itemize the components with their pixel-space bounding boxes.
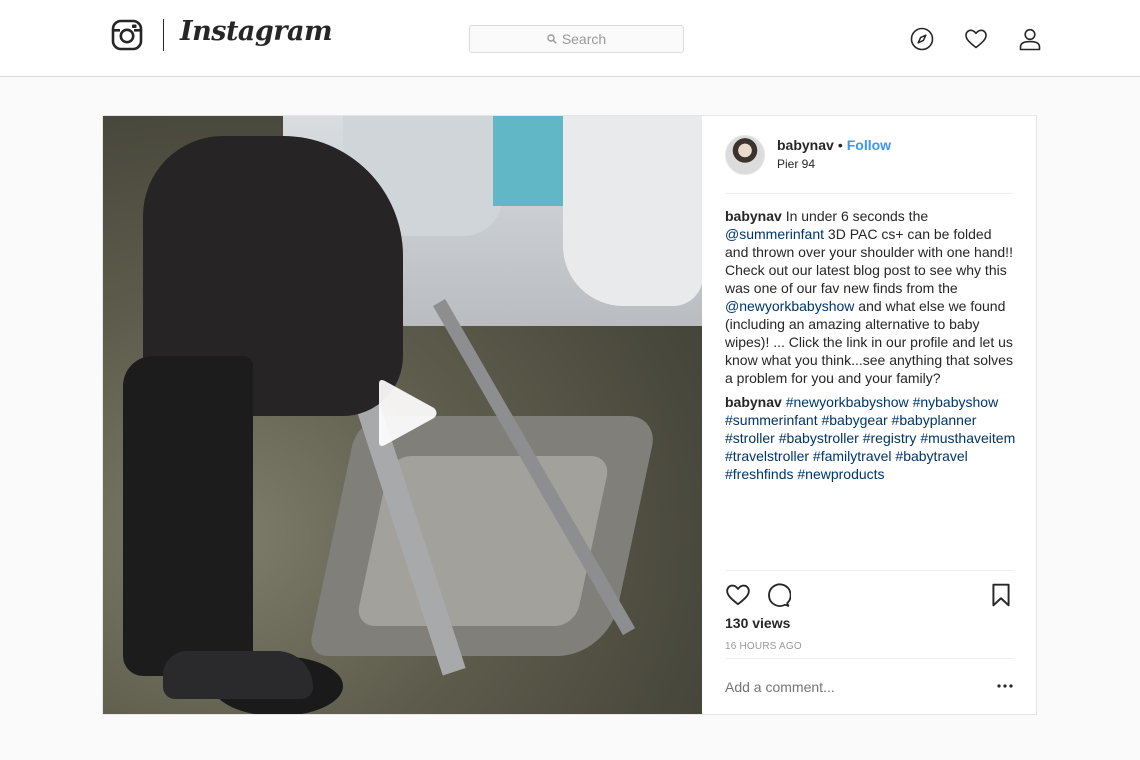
view-count[interactable]: 130 views	[725, 615, 790, 631]
hashtag-link[interactable]: #babygear	[821, 412, 887, 428]
video-person-shoe	[163, 651, 313, 699]
hashtag-link[interactable]: #familytravel	[813, 448, 892, 464]
instagram-wordmark[interactable]: Instagram	[180, 16, 333, 47]
post-header: babynav • Follow Pier 94	[725, 135, 1014, 194]
hashtag-link[interactable]: #newproducts	[797, 466, 884, 482]
like-heart-icon[interactable]	[725, 582, 751, 608]
search-placeholder: Search	[561, 31, 607, 47]
post-sidebar: babynav • Follow Pier 94 babynav In under …	[702, 116, 1036, 714]
search-icon	[547, 34, 557, 44]
top-navigation-bar: Instagram Search	[0, 0, 1140, 77]
instagram-logo-icon[interactable]	[111, 19, 143, 51]
caption-comment: babynav In under 6 seconds the @summerin…	[725, 207, 1017, 387]
caption-text: In under 6 seconds the	[781, 208, 929, 224]
post-author: babynav • Follow	[777, 137, 891, 153]
profile-icon[interactable]	[1018, 27, 1042, 51]
mention-link[interactable]: @summerinfant	[725, 226, 824, 242]
avatar[interactable]	[725, 135, 765, 175]
add-comment-section	[725, 658, 1014, 714]
logo-divider	[163, 19, 164, 51]
username-link[interactable]: babynav	[777, 137, 834, 153]
separator-dot: •	[837, 137, 843, 153]
hashtag-link[interactable]: #summerinfant	[725, 412, 818, 428]
post-timestamp[interactable]: 16 HOURS AGO	[725, 641, 802, 652]
follow-button[interactable]: Follow	[847, 137, 891, 153]
compass-icon[interactable]	[910, 27, 934, 51]
location-link[interactable]: Pier 94	[777, 157, 815, 171]
mention-link[interactable]: @newyorkbabyshow	[725, 298, 854, 314]
play-icon[interactable]	[373, 378, 439, 448]
hashtag-link[interactable]: #newyorkbabyshow	[786, 394, 909, 410]
video-white-box	[563, 116, 702, 306]
hashtag-link[interactable]: #registry	[863, 430, 917, 446]
heart-icon[interactable]	[964, 27, 988, 51]
hashtag-link[interactable]: #babystroller	[779, 430, 859, 446]
hashtag-link[interactable]: #travelstroller	[725, 448, 809, 464]
comment-author-link[interactable]: babynav	[725, 394, 782, 410]
action-bar: 130 views 16 HOURS AGO	[725, 570, 1014, 652]
hashtag-link[interactable]: #musthaveitem	[920, 430, 1015, 446]
hashtag-link[interactable]: #nybabyshow	[913, 394, 999, 410]
post-card: babynav • Follow Pier 94 babynav In under …	[102, 115, 1037, 715]
search-box[interactable]: Search	[469, 25, 684, 53]
bookmark-icon[interactable]	[988, 582, 1014, 608]
more-options-icon[interactable]	[996, 677, 1014, 695]
hashtag-link[interactable]: #freshfinds	[725, 466, 793, 482]
video-teal-panel	[493, 116, 563, 206]
caption-author-link[interactable]: babynav	[725, 208, 782, 224]
hashtag-comment: babynav #newyorkbabyshow #nybabyshow #su…	[725, 393, 1017, 483]
caption-block: babynav In under 6 seconds the @summerin…	[725, 207, 1017, 489]
hashtag-link[interactable]: #babytravel	[895, 448, 967, 464]
post-video[interactable]	[103, 116, 702, 714]
comment-input[interactable]	[725, 679, 975, 695]
hashtag-link[interactable]: #stroller	[725, 430, 775, 446]
hashtag-link[interactable]: #babyplanner	[892, 412, 977, 428]
comment-bubble-icon[interactable]	[765, 582, 791, 608]
video-person-legs	[123, 356, 253, 676]
